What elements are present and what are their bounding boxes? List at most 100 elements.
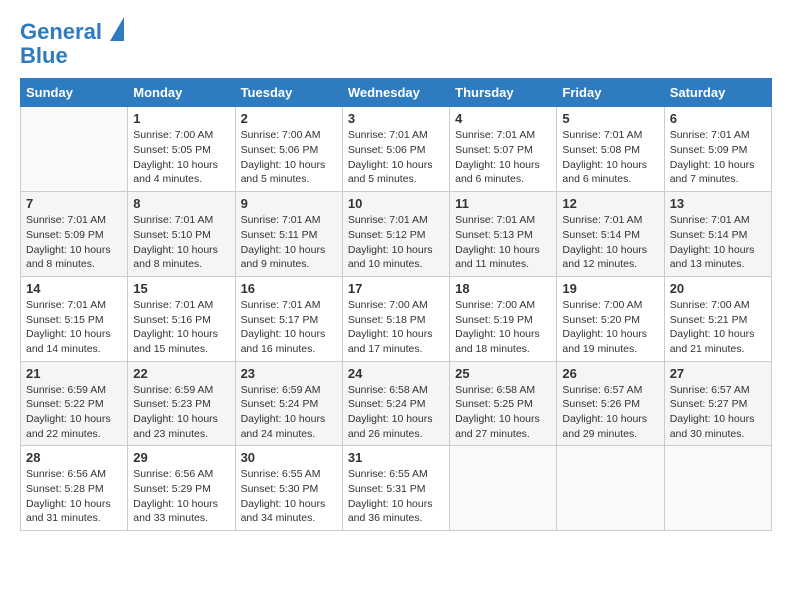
day-info: Sunrise: 6:56 AMSunset: 5:29 PMDaylight:… (133, 467, 229, 526)
logo-arrow-icon (110, 17, 124, 41)
calendar-cell: 10 Sunrise: 7:01 AMSunset: 5:12 PMDayligh… (342, 192, 449, 277)
day-number: 10 (348, 196, 444, 211)
day-info: Sunrise: 7:00 AMSunset: 5:20 PMDaylight:… (562, 298, 658, 357)
day-number: 19 (562, 281, 658, 296)
day-number: 17 (348, 281, 444, 296)
day-info: Sunrise: 6:55 AMSunset: 5:31 PMDaylight:… (348, 467, 444, 526)
weekday-header-sunday: Sunday (21, 79, 128, 107)
day-number: 29 (133, 450, 229, 465)
day-number: 21 (26, 366, 122, 381)
calendar-cell: 17 Sunrise: 7:00 AMSunset: 5:18 PMDayligh… (342, 276, 449, 361)
day-info: Sunrise: 7:01 AMSunset: 5:14 PMDaylight:… (562, 213, 658, 272)
day-number: 16 (241, 281, 337, 296)
day-info: Sunrise: 7:01 AMSunset: 5:13 PMDaylight:… (455, 213, 551, 272)
day-number: 4 (455, 111, 551, 126)
calendar-cell: 27Sunrise: 6:57 AMSunset: 5:27 PMDayligh… (664, 361, 771, 446)
day-info: Sunrise: 7:01 AMSunset: 5:16 PMDaylight:… (133, 298, 229, 357)
day-number: 3 (348, 111, 444, 126)
calendar-cell: 22Sunrise: 6:59 AMSunset: 5:23 PMDayligh… (128, 361, 235, 446)
calendar-cell: 29 Sunrise: 6:56 AMSunset: 5:29 PMDayligh… (128, 446, 235, 531)
day-info: Sunrise: 7:01 AMSunset: 5:12 PMDaylight:… (348, 213, 444, 272)
day-info: Sunrise: 6:58 AMSunset: 5:24 PMDaylight:… (348, 383, 444, 442)
day-info: Sunrise: 6:57 AMSunset: 5:26 PMDaylight:… (562, 383, 658, 442)
day-info: Sunrise: 7:01 AMSunset: 5:07 PMDaylight:… (455, 128, 551, 187)
day-number: 11 (455, 196, 551, 211)
day-number: 12 (562, 196, 658, 211)
week-row-5: 28Sunrise: 6:56 AMSunset: 5:28 PMDayligh… (21, 446, 772, 531)
calendar-cell (557, 446, 664, 531)
day-info: Sunrise: 7:01 AMSunset: 5:06 PMDaylight:… (348, 128, 444, 187)
day-number: 18 (455, 281, 551, 296)
calendar-cell: 30Sunrise: 6:55 AMSunset: 5:30 PMDayligh… (235, 446, 342, 531)
calendar-cell: 14 Sunrise: 7:01 AMSunset: 5:15 PMDayligh… (21, 276, 128, 361)
day-info: Sunrise: 7:00 AMSunset: 5:06 PMDaylight:… (241, 128, 337, 187)
day-number: 7 (26, 196, 122, 211)
calendar-cell: 3 Sunrise: 7:01 AMSunset: 5:06 PMDaylight… (342, 107, 449, 192)
calendar-cell: 13 Sunrise: 7:01 AMSunset: 5:14 PMDayligh… (664, 192, 771, 277)
calendar-cell: 7 Sunrise: 7:01 AMSunset: 5:09 PMDaylight… (21, 192, 128, 277)
calendar-cell: 23 Sunrise: 6:59 AMSunset: 5:24 PMDayligh… (235, 361, 342, 446)
calendar-cell: 1 Sunrise: 7:00 AMSunset: 5:05 PMDaylight… (128, 107, 235, 192)
weekday-header-row: SundayMondayTuesdayWednesdayThursdayFrid… (21, 79, 772, 107)
calendar-header: SundayMondayTuesdayWednesdayThursdayFrid… (21, 79, 772, 107)
calendar-table: SundayMondayTuesdayWednesdayThursdayFrid… (20, 78, 772, 531)
day-number: 24 (348, 366, 444, 381)
logo: General Blue (20, 20, 124, 68)
calendar-cell: 12 Sunrise: 7:01 AMSunset: 5:14 PMDayligh… (557, 192, 664, 277)
day-number: 31 (348, 450, 444, 465)
day-number: 6 (670, 111, 766, 126)
day-info: Sunrise: 7:01 AMSunset: 5:09 PMDaylight:… (670, 128, 766, 187)
day-number: 2 (241, 111, 337, 126)
weekday-header-monday: Monday (128, 79, 235, 107)
calendar-cell (450, 446, 557, 531)
weekday-header-wednesday: Wednesday (342, 79, 449, 107)
day-number: 14 (26, 281, 122, 296)
page-header: General Blue (20, 20, 772, 68)
calendar-cell (21, 107, 128, 192)
weekday-header-saturday: Saturday (664, 79, 771, 107)
calendar-body: 1 Sunrise: 7:00 AMSunset: 5:05 PMDaylight… (21, 107, 772, 531)
calendar-cell: 19 Sunrise: 7:00 AMSunset: 5:20 PMDayligh… (557, 276, 664, 361)
weekday-header-tuesday: Tuesday (235, 79, 342, 107)
day-number: 13 (670, 196, 766, 211)
day-info: Sunrise: 7:00 AMSunset: 5:05 PMDaylight:… (133, 128, 229, 187)
day-info: Sunrise: 6:55 AMSunset: 5:30 PMDaylight:… (241, 467, 337, 526)
day-number: 15 (133, 281, 229, 296)
day-info: Sunrise: 7:01 AMSunset: 5:09 PMDaylight:… (26, 213, 122, 272)
day-info: Sunrise: 6:56 AMSunset: 5:28 PMDaylight:… (26, 467, 122, 526)
week-row-4: 21Sunrise: 6:59 AMSunset: 5:22 PMDayligh… (21, 361, 772, 446)
week-row-2: 7 Sunrise: 7:01 AMSunset: 5:09 PMDaylight… (21, 192, 772, 277)
day-info: Sunrise: 7:00 AMSunset: 5:19 PMDaylight:… (455, 298, 551, 357)
calendar-cell: 20 Sunrise: 7:00 AMSunset: 5:21 PMDayligh… (664, 276, 771, 361)
calendar-cell: 2 Sunrise: 7:00 AMSunset: 5:06 PMDaylight… (235, 107, 342, 192)
day-info: Sunrise: 7:01 AMSunset: 5:15 PMDaylight:… (26, 298, 122, 357)
day-number: 20 (670, 281, 766, 296)
weekday-header-thursday: Thursday (450, 79, 557, 107)
day-info: Sunrise: 7:01 AMSunset: 5:17 PMDaylight:… (241, 298, 337, 357)
calendar-cell: 16 Sunrise: 7:01 AMSunset: 5:17 PMDayligh… (235, 276, 342, 361)
day-info: Sunrise: 7:01 AMSunset: 5:11 PMDaylight:… (241, 213, 337, 272)
calendar-cell: 18 Sunrise: 7:00 AMSunset: 5:19 PMDayligh… (450, 276, 557, 361)
day-info: Sunrise: 7:01 AMSunset: 5:10 PMDaylight:… (133, 213, 229, 272)
day-number: 5 (562, 111, 658, 126)
calendar-cell: 24 Sunrise: 6:58 AMSunset: 5:24 PMDayligh… (342, 361, 449, 446)
calendar-cell: 26 Sunrise: 6:57 AMSunset: 5:26 PMDayligh… (557, 361, 664, 446)
day-number: 23 (241, 366, 337, 381)
calendar-cell: 28Sunrise: 6:56 AMSunset: 5:28 PMDayligh… (21, 446, 128, 531)
week-row-1: 1 Sunrise: 7:00 AMSunset: 5:05 PMDaylight… (21, 107, 772, 192)
day-number: 22 (133, 366, 229, 381)
day-number: 26 (562, 366, 658, 381)
day-number: 8 (133, 196, 229, 211)
week-row-3: 14 Sunrise: 7:01 AMSunset: 5:15 PMDayligh… (21, 276, 772, 361)
day-info: Sunrise: 6:58 AMSunset: 5:25 PMDaylight:… (455, 383, 551, 442)
day-info: Sunrise: 7:00 AMSunset: 5:21 PMDaylight:… (670, 298, 766, 357)
day-info: Sunrise: 7:01 AMSunset: 5:08 PMDaylight:… (562, 128, 658, 187)
logo-line1: General (20, 19, 102, 44)
calendar-cell: 15 Sunrise: 7:01 AMSunset: 5:16 PMDayligh… (128, 276, 235, 361)
day-info: Sunrise: 7:01 AMSunset: 5:14 PMDaylight:… (670, 213, 766, 272)
day-info: Sunrise: 7:00 AMSunset: 5:18 PMDaylight:… (348, 298, 444, 357)
calendar-cell: 25Sunrise: 6:58 AMSunset: 5:25 PMDayligh… (450, 361, 557, 446)
day-info: Sunrise: 6:59 AMSunset: 5:24 PMDaylight:… (241, 383, 337, 442)
calendar-cell: 11 Sunrise: 7:01 AMSunset: 5:13 PMDayligh… (450, 192, 557, 277)
day-number: 1 (133, 111, 229, 126)
